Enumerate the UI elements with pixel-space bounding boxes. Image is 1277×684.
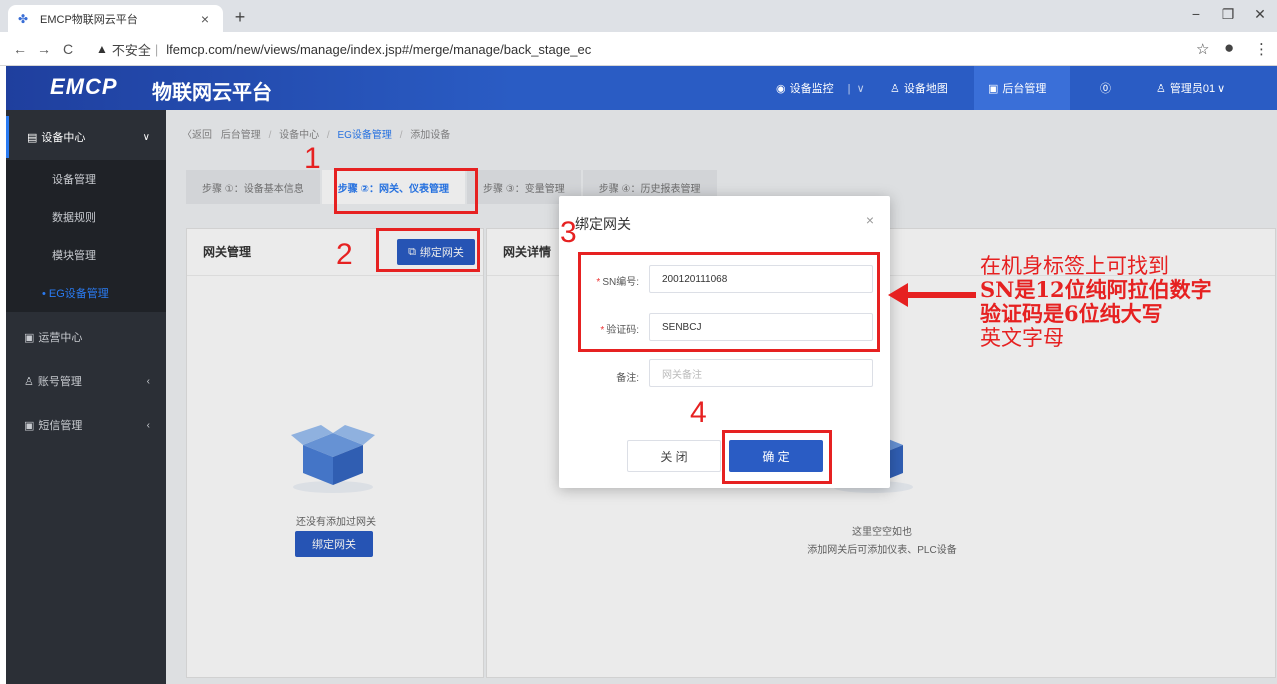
account-icon: ♙ bbox=[24, 375, 34, 388]
sidebar-group-ops-center[interactable]: ▣ 运营中心 bbox=[6, 316, 166, 358]
user-menu[interactable]: ♙ 管理员01 ∨ bbox=[1156, 66, 1225, 110]
window-close-icon[interactable]: ✕ bbox=[1248, 6, 1272, 23]
minimize-icon[interactable]: − bbox=[1184, 6, 1208, 22]
sidebar-group-account[interactable]: ♙ 账号管理 ‹ bbox=[6, 360, 166, 402]
chevron-left-icon: ‹ bbox=[146, 375, 150, 387]
logo: EMCP bbox=[50, 74, 118, 99]
insecure-label: 不安全 bbox=[111, 42, 151, 58]
tab-title: EMCP物联网云平台 bbox=[40, 13, 138, 26]
menu-dots-icon[interactable]: ⋮ bbox=[1254, 40, 1269, 58]
annotation-text: 在机身标签上可找到 SN是12位纯阿拉伯数字 验证码是6位纯大写 英文字母 bbox=[980, 254, 1212, 350]
browser-tab[interactable]: ✤ EMCP物联网云平台 × bbox=[8, 5, 223, 32]
sidebar-item-eg-device-mgmt[interactable]: • EG设备管理 bbox=[6, 274, 166, 312]
address-bar: ← → C ▲ 不安全 | lfemcp.com/new/views/manag… bbox=[0, 32, 1277, 66]
reload-icon[interactable]: C bbox=[56, 41, 80, 57]
annotation-box-step2 bbox=[334, 168, 478, 214]
logo-text: 物联网云平台 bbox=[152, 82, 272, 104]
sidebar-item-data-rules[interactable]: 数据规则 bbox=[6, 198, 166, 236]
new-tab-button[interactable]: + bbox=[230, 7, 250, 28]
app-header: EMCP 物联网云平台 ◉ 设备监控 | ∨ ♙ 设备地图 ▣ 后台管理 ⓪ ♙… bbox=[6, 66, 1277, 110]
user-icon: ♙ bbox=[1156, 82, 1166, 95]
site-favicon-icon: ✤ bbox=[18, 11, 29, 26]
nav-device-map[interactable]: ♙ 设备地图 bbox=[890, 66, 948, 110]
browser-tab-bar: ✤ EMCP物联网云平台 × + − ❐ ✕ bbox=[0, 0, 1277, 32]
monitor-icon: ◉ bbox=[776, 82, 786, 95]
bookmark-star-icon[interactable]: ☆ bbox=[1196, 40, 1209, 58]
tab-close-icon[interactable]: × bbox=[197, 11, 213, 27]
annotation-number-2: 2 bbox=[336, 238, 353, 271]
dialog-title: 绑定网关 bbox=[575, 216, 631, 232]
annotation-number-1: 1 bbox=[304, 142, 321, 175]
annotation-number-3: 3 bbox=[560, 216, 577, 249]
warning-icon: ▲ bbox=[96, 42, 108, 56]
url-field[interactable]: ▲ 不安全 | lfemcp.com/new/views/manage/inde… bbox=[96, 38, 1186, 60]
annotation-arrow-icon bbox=[888, 283, 908, 307]
note-label: 备注: bbox=[616, 373, 639, 384]
nav-device-monitor[interactable]: ◉ 设备监控 | ∨ bbox=[776, 66, 865, 110]
url-text: lfemcp.com/new/views/manage/index.jsp#/m… bbox=[166, 41, 592, 57]
close-icon[interactable]: × bbox=[866, 212, 874, 228]
backend-icon: ▣ bbox=[988, 82, 999, 95]
maximize-icon[interactable]: ❐ bbox=[1216, 6, 1240, 23]
back-arrow-icon[interactable]: ← bbox=[8, 41, 32, 57]
forward-arrow-icon[interactable]: → bbox=[32, 41, 56, 57]
sidebar-item-device-mgmt[interactable]: 设备管理 bbox=[6, 160, 166, 198]
sidebar-group-sms[interactable]: ▣ 短信管理 ‹ bbox=[6, 404, 166, 446]
annotation-arrow-line bbox=[906, 292, 976, 298]
ops-icon: ▣ bbox=[24, 331, 35, 344]
nav-backend[interactable]: ▣ 后台管理 bbox=[974, 66, 1070, 110]
chevron-down-icon: ∨ bbox=[1217, 82, 1226, 95]
sidebar: ▤ 设备中心 ∨ 设备管理 数据规则 模块管理 • EG设备管理 ▣ 运营中心 … bbox=[6, 110, 166, 684]
sidebar-item-module-mgmt[interactable]: 模块管理 bbox=[6, 236, 166, 274]
chevron-left-icon: ‹ bbox=[146, 419, 150, 431]
annotation-box-confirm bbox=[722, 430, 832, 484]
profile-icon[interactable]: ● bbox=[1224, 38, 1234, 58]
chevron-down-icon: ∨ bbox=[142, 131, 150, 143]
note-input[interactable]: 网关备注 bbox=[649, 359, 873, 387]
annotation-box-fields bbox=[578, 252, 880, 352]
help-icon[interactable]: ⓪ bbox=[1100, 66, 1111, 110]
annotation-number-4: 4 bbox=[690, 396, 707, 429]
annotation-box-bind bbox=[376, 228, 480, 272]
sidebar-group-device-center[interactable]: ▤ 设备中心 ∨ bbox=[6, 116, 166, 158]
chevron-down-icon[interactable]: | ∨ bbox=[848, 82, 865, 95]
device-icon: ▤ bbox=[27, 131, 38, 144]
cancel-button[interactable]: 关 闭 bbox=[627, 440, 721, 472]
map-icon: ♙ bbox=[890, 82, 900, 95]
sms-icon: ▣ bbox=[24, 419, 35, 432]
